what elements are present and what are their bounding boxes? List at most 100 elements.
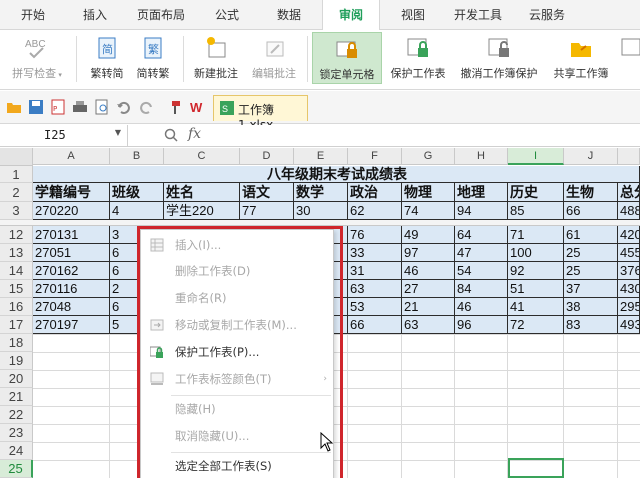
- table-cell[interactable]: 51: [508, 280, 564, 298]
- table-cell[interactable]: 49: [402, 226, 455, 244]
- table-cell[interactable]: 27051: [33, 244, 110, 262]
- select-all-corner[interactable]: [0, 148, 33, 166]
- table-cell[interactable]: 学生220: [164, 202, 240, 220]
- column-header-c[interactable]: C: [164, 148, 240, 165]
- table-cell[interactable]: 54: [455, 262, 508, 280]
- table-cell[interactable]: 72: [508, 316, 564, 334]
- name-box[interactable]: I25 ▼: [0, 125, 128, 146]
- table-cell[interactable]: 37: [564, 280, 618, 298]
- column-header-e[interactable]: E: [294, 148, 348, 165]
- protect-sheet-button[interactable]: 保护工作表: [385, 32, 451, 86]
- tab-view[interactable]: 视图: [390, 0, 436, 30]
- table-cell[interactable]: 97: [402, 244, 455, 262]
- lock-cell-button[interactable]: 锁定单元格: [312, 32, 382, 84]
- table-cell[interactable]: 46: [402, 262, 455, 280]
- table-cell[interactable]: 41: [508, 298, 564, 316]
- header-cell[interactable]: 数学: [294, 183, 348, 202]
- insert-function-button[interactable]: fx: [188, 126, 201, 142]
- column-header-i[interactable]: I: [508, 148, 564, 165]
- header-cell[interactable]: 总分: [618, 183, 640, 202]
- tab-review[interactable]: 审阅: [322, 0, 380, 31]
- table-cell[interactable]: 64: [455, 226, 508, 244]
- menu-item-rename[interactable]: 重命名(R): [141, 287, 335, 309]
- table-cell[interactable]: 47: [455, 244, 508, 262]
- table-cell[interactable]: 430: [618, 280, 640, 298]
- menu-item-move-copy[interactable]: 移动或复制工作表(M)...: [141, 314, 335, 336]
- row-header-12[interactable]: 12: [0, 226, 33, 244]
- menu-item-unhide[interactable]: 取消隐藏(U)...: [141, 425, 335, 447]
- active-cell[interactable]: [508, 458, 564, 478]
- row-header-24[interactable]: 24: [0, 442, 33, 460]
- header-cell[interactable]: 地理: [455, 183, 508, 202]
- new-comment-button[interactable]: 新建批注: [189, 32, 243, 86]
- table-cell[interactable]: 61: [564, 226, 618, 244]
- table-cell[interactable]: 295: [618, 298, 640, 316]
- header-cell[interactable]: 语文: [240, 183, 294, 202]
- tab-cloud[interactable]: 云服务: [520, 0, 574, 30]
- row-header-16[interactable]: 16: [0, 298, 33, 316]
- header-cell[interactable]: 政治: [348, 183, 402, 202]
- table-cell[interactable]: 63: [402, 316, 455, 334]
- simp-to-trad-button[interactable]: 繁 简转繁: [132, 32, 174, 86]
- table-cell[interactable]: 71: [508, 226, 564, 244]
- table-cell[interactable]: 4: [110, 202, 164, 220]
- table-cell[interactable]: 85: [508, 202, 564, 220]
- menu-item-select-all-sheets[interactable]: 选定全部工作表(S): [141, 455, 335, 477]
- save-icon[interactable]: [28, 99, 44, 115]
- table-cell[interactable]: 270162: [33, 262, 110, 280]
- column-header-d[interactable]: D: [240, 148, 294, 165]
- row-header-2[interactable]: 2: [0, 183, 33, 202]
- table-cell[interactable]: 25: [564, 244, 618, 262]
- tab-insert[interactable]: 插入: [70, 0, 120, 30]
- table-cell[interactable]: 83: [564, 316, 618, 334]
- table-cell[interactable]: 21: [402, 298, 455, 316]
- header-cell[interactable]: 班级: [110, 183, 164, 202]
- table-cell[interactable]: 76: [348, 226, 402, 244]
- row-header-14[interactable]: 14: [0, 262, 33, 280]
- header-cell[interactable]: 姓名: [164, 183, 240, 202]
- column-header-h[interactable]: H: [455, 148, 508, 165]
- row-header-25[interactable]: 25: [0, 460, 33, 478]
- row-header-13[interactable]: 13: [0, 244, 33, 262]
- table-cell[interactable]: 27: [402, 280, 455, 298]
- table-cell[interactable]: 77: [240, 202, 294, 220]
- table-cell[interactable]: 66: [348, 316, 402, 334]
- column-header-b[interactable]: B: [110, 148, 164, 165]
- table-cell[interactable]: 38: [564, 298, 618, 316]
- column-header-a[interactable]: A: [33, 148, 110, 165]
- format-painter-icon[interactable]: [166, 99, 182, 115]
- row-header-21[interactable]: 21: [0, 388, 33, 406]
- tab-page-layout[interactable]: 页面布局: [130, 0, 192, 30]
- header-cell[interactable]: 物理: [402, 183, 455, 202]
- table-cell[interactable]: 270131: [33, 226, 110, 244]
- row-header-23[interactable]: 23: [0, 424, 33, 442]
- table-cell[interactable]: 33: [348, 244, 402, 262]
- table-cell[interactable]: 270197: [33, 316, 110, 334]
- more-ribbon-button[interactable]: [618, 32, 640, 86]
- tab-home[interactable]: 开始: [8, 0, 58, 30]
- print-icon[interactable]: [72, 99, 88, 115]
- table-cell[interactable]: 100: [508, 244, 564, 262]
- table-cell[interactable]: 27048: [33, 298, 110, 316]
- open-folder-icon[interactable]: [6, 99, 22, 115]
- name-box-dropdown-icon[interactable]: ▼: [115, 128, 121, 137]
- table-cell[interactable]: 25: [564, 262, 618, 280]
- table-cell[interactable]: 66: [564, 202, 618, 220]
- menu-item-insert[interactable]: 插入(I)...: [141, 234, 335, 256]
- menu-item-tab-color[interactable]: 工作表标签颜色(T) ›: [141, 368, 335, 390]
- share-workbook-button[interactable]: 共享工作簿: [548, 32, 614, 86]
- table-cell[interactable]: 63: [348, 280, 402, 298]
- column-header-k[interactable]: [618, 148, 640, 165]
- menu-item-hide[interactable]: 隐藏(H): [141, 398, 335, 420]
- tab-data[interactable]: 数据: [264, 0, 314, 30]
- header-cell[interactable]: 学籍编号: [33, 183, 110, 202]
- column-header-f[interactable]: F: [348, 148, 402, 165]
- table-cell[interactable]: 74: [402, 202, 455, 220]
- table-cell[interactable]: 270220: [33, 202, 110, 220]
- menu-item-protect-sheet[interactable]: 保护工作表(P)...: [141, 341, 335, 363]
- table-cell[interactable]: 62: [348, 202, 402, 220]
- table-cell[interactable]: 46: [455, 298, 508, 316]
- export-pdf-icon[interactable]: P: [50, 99, 66, 115]
- tab-formulas[interactable]: 公式: [202, 0, 252, 30]
- row-header-19[interactable]: 19: [0, 352, 33, 370]
